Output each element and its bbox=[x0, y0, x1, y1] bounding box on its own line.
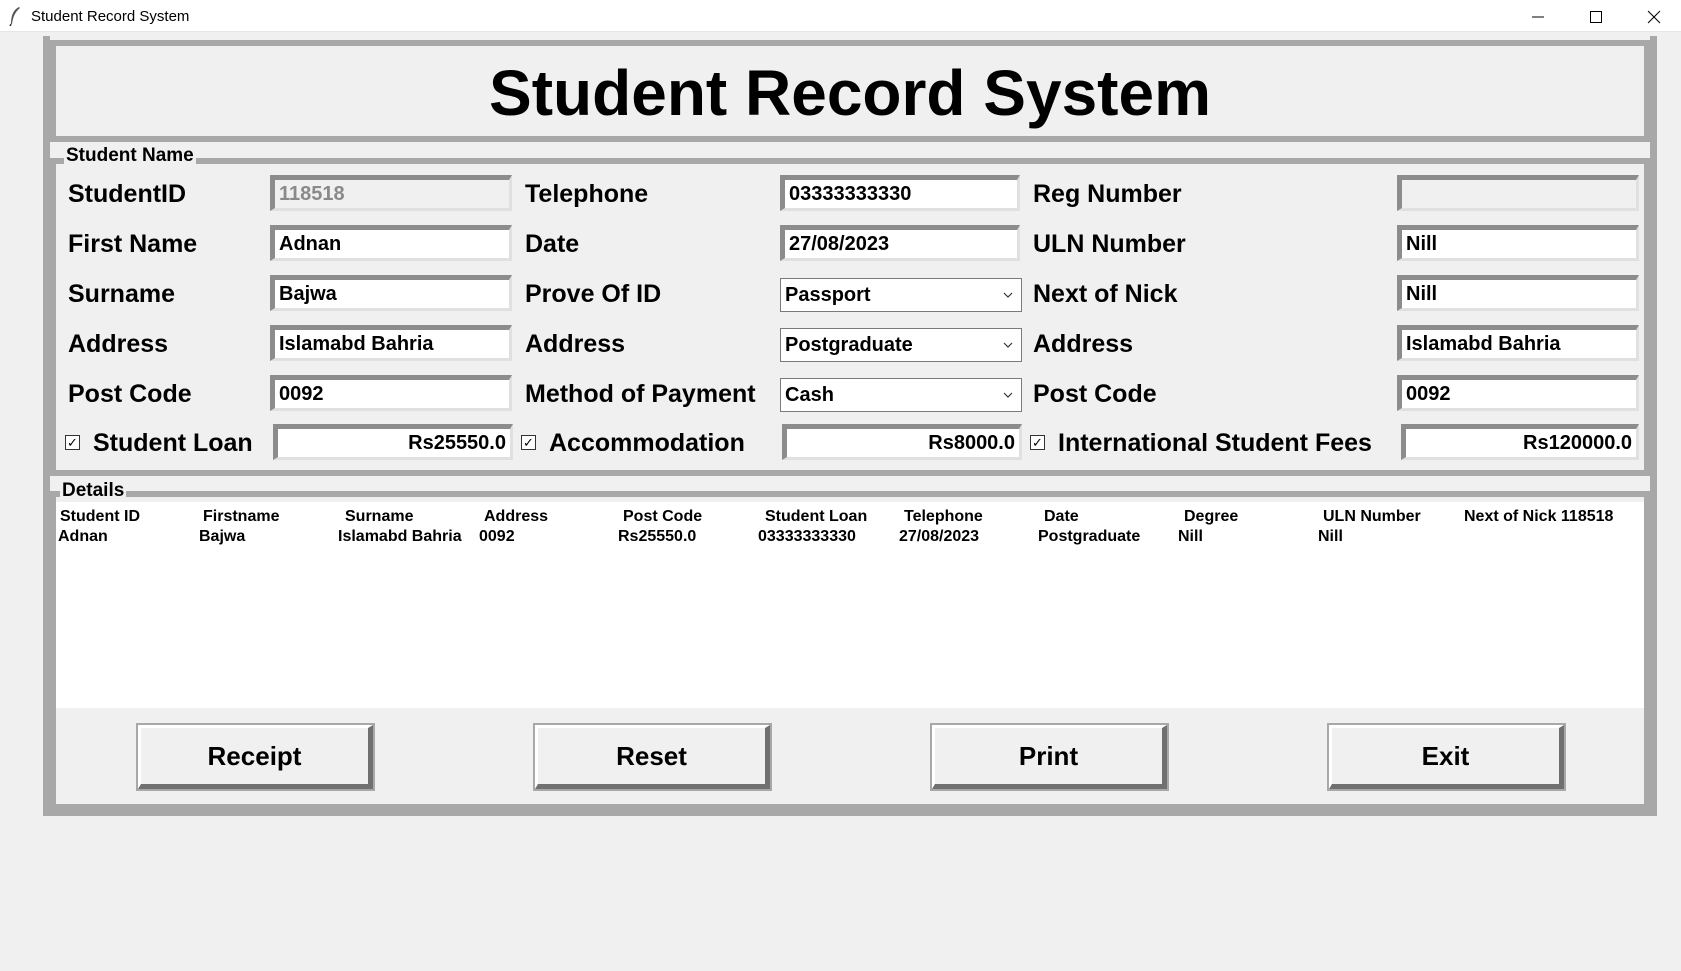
accommodation-label: Accommodation bbox=[549, 429, 745, 457]
accommodation-field[interactable]: Rs8000.0 bbox=[782, 424, 1022, 460]
table-cell: 03333333330 bbox=[758, 528, 856, 545]
column-header: Telephone bbox=[904, 508, 983, 525]
column-header: Address bbox=[484, 508, 549, 525]
table-cell: Rs25550.0 bbox=[618, 528, 697, 545]
student-name-group-label: Student Name bbox=[64, 145, 196, 167]
telephone-field[interactable]: 03333333330 bbox=[780, 175, 1020, 211]
student-loan-checkbox[interactable]: ✓ bbox=[65, 435, 80, 450]
post-code-field[interactable]: 0092 bbox=[270, 375, 512, 411]
method-of-payment-value: Cash bbox=[785, 384, 834, 406]
outer-frame-bottom bbox=[43, 810, 1657, 816]
column-header: Degree bbox=[1184, 508, 1239, 525]
column-header: Student ID bbox=[60, 508, 140, 525]
reset-button[interactable]: Reset bbox=[535, 725, 770, 789]
first-name-field[interactable]: Adnan bbox=[270, 225, 512, 261]
student-id-field[interactable]: 118518 bbox=[270, 175, 512, 211]
uln-number-label: ULN Number bbox=[1033, 230, 1186, 258]
column-header: Date bbox=[1044, 508, 1079, 525]
column-header: Student Loan bbox=[765, 508, 868, 525]
address-field[interactable]: Islamabd Bahria bbox=[270, 325, 512, 361]
surname-field[interactable]: Bajwa bbox=[270, 275, 512, 311]
minimize-icon bbox=[1532, 16, 1544, 18]
close-button[interactable] bbox=[1625, 0, 1681, 32]
surname-label: Surname bbox=[68, 280, 175, 308]
prove-of-id-value: Passport bbox=[785, 284, 871, 306]
table-cell: Islamabd Bahria bbox=[338, 528, 462, 545]
column-header: ULN Number bbox=[1323, 508, 1421, 525]
address-3-label: Address bbox=[1033, 330, 1134, 358]
column-header: Next of Nick 118518 bbox=[1464, 508, 1614, 525]
reg-number-field[interactable] bbox=[1397, 175, 1639, 211]
table-cell: Nill bbox=[1178, 528, 1203, 545]
first-name-label: First Name bbox=[68, 230, 198, 258]
exit-button[interactable]: Exit bbox=[1329, 725, 1564, 789]
window-title: Student Record System bbox=[31, 8, 190, 25]
chevron-down-icon bbox=[1003, 342, 1013, 348]
student-loan-label: Student Loan bbox=[93, 429, 253, 457]
next-of-nick-field[interactable]: Nill bbox=[1397, 275, 1639, 311]
international-fees-field[interactable]: Rs120000.0 bbox=[1401, 424, 1639, 460]
minimize-button[interactable] bbox=[1509, 0, 1567, 32]
outer-frame-left bbox=[43, 36, 50, 816]
post-code-label: Post Code bbox=[68, 380, 192, 408]
close-icon bbox=[1647, 10, 1661, 24]
method-of-payment-label: Method of Payment bbox=[525, 380, 756, 408]
table-cell: 27/08/2023 bbox=[899, 528, 980, 545]
accommodation-checkbox[interactable]: ✓ bbox=[521, 435, 536, 450]
post-code-3-field[interactable]: 0092 bbox=[1397, 375, 1639, 411]
table-cell: Nill bbox=[1318, 528, 1343, 545]
details-group-label: Details bbox=[60, 480, 127, 502]
uln-number-field[interactable]: Nill bbox=[1397, 225, 1639, 261]
table-cell: Bajwa bbox=[199, 528, 246, 545]
app-window: Student Record System Student Record Sys… bbox=[0, 0, 1681, 971]
maximize-button[interactable] bbox=[1567, 0, 1625, 32]
chevron-down-icon bbox=[1003, 292, 1013, 298]
receipt-button[interactable]: Receipt bbox=[138, 725, 373, 789]
date-label: Date bbox=[525, 230, 580, 258]
table-cell: Adnan bbox=[58, 528, 108, 545]
post-code-3-label: Post Code bbox=[1033, 380, 1157, 408]
address-2-select[interactable]: Postgraduate bbox=[780, 328, 1022, 362]
student-id-label: StudentID bbox=[68, 180, 187, 208]
prove-of-id-select[interactable]: Passport bbox=[780, 278, 1022, 312]
maximize-icon bbox=[1590, 11, 1602, 23]
table-cell: 0092 bbox=[479, 528, 515, 545]
method-of-payment-select[interactable]: Cash bbox=[780, 378, 1022, 412]
telephone-label: Telephone bbox=[525, 180, 649, 208]
title-bar: Student Record System bbox=[0, 0, 1681, 32]
international-fees-label: International Student Fees bbox=[1058, 429, 1372, 457]
date-field[interactable]: 27/08/2023 bbox=[780, 225, 1020, 261]
next-of-nick-label: Next of Nick bbox=[1033, 280, 1178, 308]
table-cell: Postgraduate bbox=[1038, 528, 1141, 545]
international-fees-checkbox[interactable]: ✓ bbox=[1030, 435, 1045, 450]
prove-of-id-label: Prove Of ID bbox=[525, 280, 662, 308]
address-label: Address bbox=[68, 330, 169, 358]
column-header: Surname bbox=[345, 508, 414, 525]
column-header: Post Code bbox=[623, 508, 703, 525]
details-listbox[interactable]: Student ID Firstname Surname Address Pos… bbox=[56, 502, 1644, 708]
chevron-down-icon bbox=[1003, 392, 1013, 398]
address-2-value: Postgraduate bbox=[785, 334, 913, 356]
address-3-field[interactable]: Islamabd Bahria bbox=[1397, 325, 1639, 361]
reg-number-label: Reg Number bbox=[1033, 180, 1182, 208]
feather-icon bbox=[9, 7, 20, 26]
address-2-label: Address bbox=[525, 330, 626, 358]
print-button[interactable]: Print bbox=[932, 725, 1167, 789]
page-title: Student Record System bbox=[489, 57, 1211, 129]
column-header: Firstname bbox=[203, 508, 280, 525]
header-frame: Student Record System bbox=[50, 40, 1650, 142]
student-loan-field[interactable]: Rs25550.0 bbox=[273, 424, 513, 460]
outer-frame-right bbox=[1650, 36, 1657, 816]
